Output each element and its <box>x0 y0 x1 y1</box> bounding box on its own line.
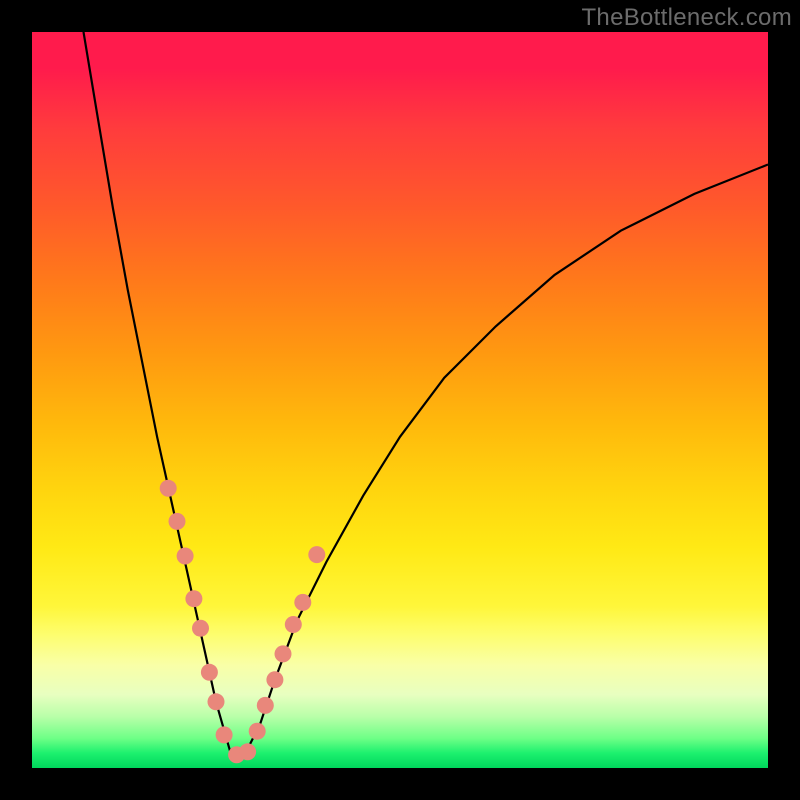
highlighted-dot <box>275 645 292 662</box>
highlighted-dot <box>177 548 194 565</box>
highlighted-dot <box>201 664 218 681</box>
highlighted-dot <box>249 723 266 740</box>
bottleneck-curve-svg <box>32 32 768 768</box>
highlighted-dot <box>266 671 283 688</box>
highlighted-dot <box>239 743 256 760</box>
highlighted-dot <box>185 590 202 607</box>
highlighted-dot <box>285 616 302 633</box>
watermark-text: TheBottleneck.com <box>581 4 792 32</box>
highlighted-dot <box>257 697 274 714</box>
highlighted-dot <box>192 620 209 637</box>
highlighted-dot <box>216 726 233 743</box>
chart-plot-area <box>32 32 768 768</box>
bottleneck-curve <box>84 32 769 753</box>
highlighted-dot <box>308 546 325 563</box>
chart-frame: TheBottleneck.com <box>0 0 800 800</box>
highlighted-dots-group <box>160 480 326 764</box>
highlighted-dot <box>208 693 225 710</box>
highlighted-dot <box>169 513 186 530</box>
highlighted-dot <box>294 594 311 611</box>
highlighted-dot <box>160 480 177 497</box>
